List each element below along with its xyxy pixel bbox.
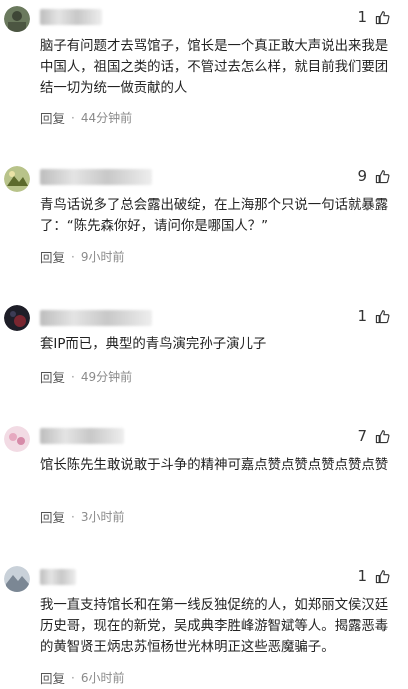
comment-text: 馆长陈先生敢说敢于斗争的精神可嘉点赞点赞点赞点赞点赞 [40,458,389,473]
thumbs-up-icon[interactable] [375,309,390,324]
comment-meta: 回复 · 44分钟前 [40,108,132,127]
like-count: 7 [357,427,367,445]
like-count: 1 [357,8,367,26]
thumbs-up-icon[interactable] [375,169,390,184]
comment-meta: 回复 · 6小时前 [40,668,124,687]
reply-button[interactable]: 回复 [40,247,65,266]
comment-meta: 回复 · 9小时前 [40,247,124,266]
avatar[interactable] [4,166,30,192]
reply-button[interactable]: 回复 [40,367,65,386]
thumbs-up-icon[interactable] [375,10,390,25]
thumbs-up-icon[interactable] [375,569,390,584]
timestamp: 9小时前 [80,250,125,264]
comment-meta: 回复 · 49分钟前 [40,367,132,386]
timestamp: 49分钟前 [80,370,133,384]
reply-button[interactable]: 回复 [40,108,65,127]
like-count: 9 [357,167,367,185]
separator-dot: · [71,249,75,264]
separator-dot: · [71,110,75,125]
comment-text: 脑子有问题才去骂馆子，馆长是一个真正敢大声说出来我是中国人，祖国之类的话，不管过… [40,39,389,96]
separator-dot: · [71,369,75,384]
comment-text: 套IP而已，典型的青鸟演完孙子演儿子 [40,337,267,352]
username[interactable] [40,310,152,326]
like-control[interactable]: 1 [357,305,390,327]
timestamp: 3小时前 [80,510,125,524]
timestamp: 44分钟前 [80,111,133,125]
comment-text: 青鸟话说多了总会露出破绽，在上海那个只说一句话就暴露了：“陈先森你好，请问你是哪… [40,198,389,234]
like-count: 1 [357,307,367,325]
like-control[interactable]: 1 [357,6,390,28]
reply-button[interactable]: 回复 [40,507,65,526]
username[interactable] [40,169,152,185]
reply-button[interactable]: 回复 [40,668,65,687]
username[interactable] [40,9,102,25]
username[interactable] [40,569,76,585]
avatar[interactable] [4,566,30,592]
like-control[interactable]: 7 [357,425,390,447]
separator-dot: · [71,670,75,685]
comment-text: 我一直支持馆长和在第一线反独促统的人，如郑丽文侯汉廷历史哥，现在的新党，吴成典李… [40,598,389,655]
avatar[interactable] [4,6,30,32]
username[interactable] [40,428,124,444]
thumbs-up-icon[interactable] [375,429,390,444]
like-control[interactable]: 9 [357,165,390,187]
separator-dot: · [71,509,75,524]
like-count: 1 [357,567,367,585]
comment-meta: 回复 · 3小时前 [40,507,124,526]
avatar[interactable] [4,305,30,331]
like-control[interactable]: 1 [357,565,390,587]
timestamp: 6小时前 [80,671,125,685]
avatar[interactable] [4,426,30,452]
